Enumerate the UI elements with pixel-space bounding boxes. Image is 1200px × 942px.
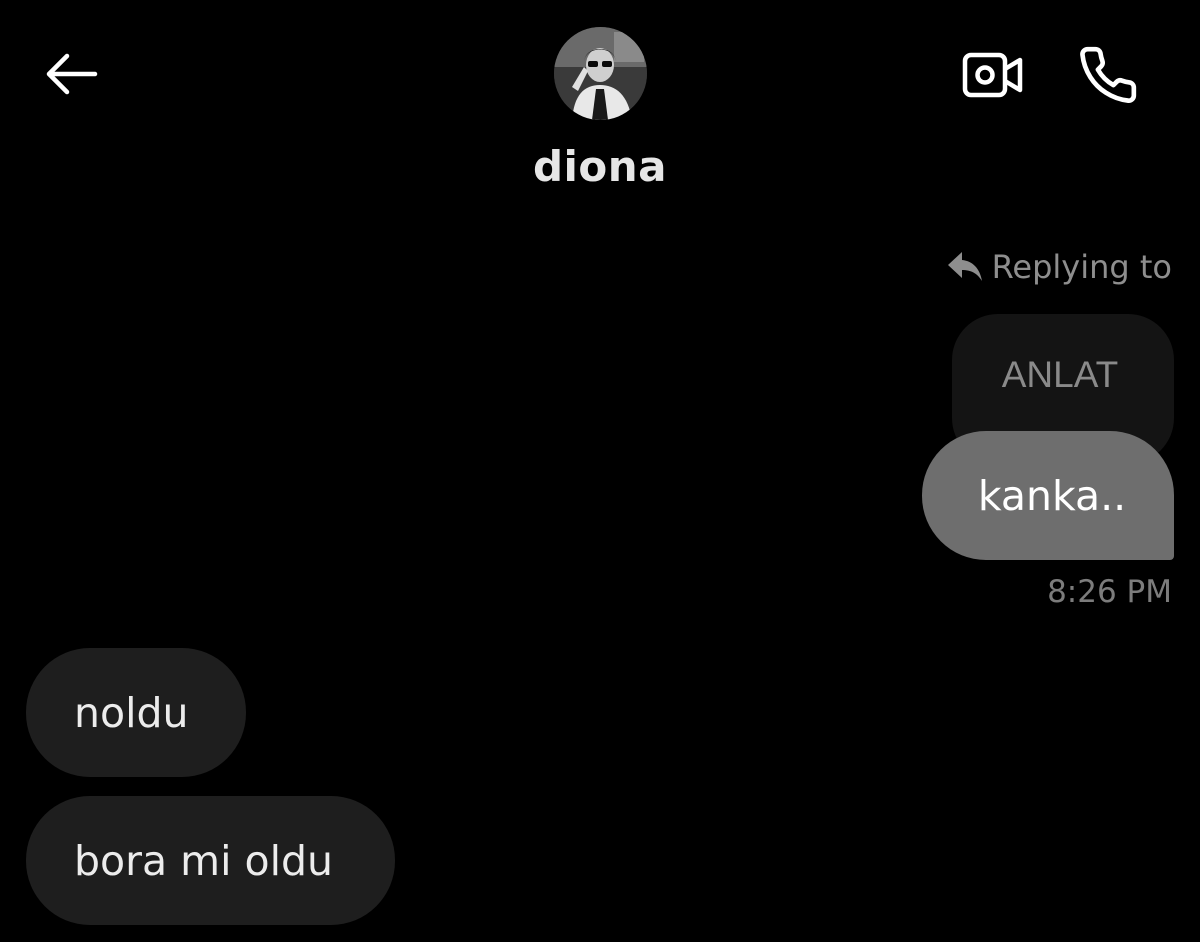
reply-arrow-icon [947, 252, 982, 281]
received-message-text: bora mi oldu [74, 836, 333, 885]
voice-call-button[interactable] [1072, 42, 1144, 108]
profile-photo [554, 27, 647, 120]
chat-screen: diona Replying to ANLAT kanka.. 8:26 PM … [0, 0, 1200, 942]
reply-label: Replying to [991, 248, 1172, 286]
video-call-button[interactable] [958, 46, 1028, 104]
quoted-message-text: ANLAT [1001, 354, 1119, 395]
arrow-left-icon [46, 53, 98, 95]
sent-message-bubble[interactable]: kanka.. [922, 431, 1174, 560]
avatar[interactable] [554, 27, 647, 120]
video-camera-icon [962, 52, 1023, 98]
reply-indicator: Replying to [946, 248, 1172, 286]
contact-name[interactable]: diona [0, 142, 1200, 191]
message-timestamp: 8:26 PM [1047, 574, 1172, 610]
back-button[interactable] [40, 48, 102, 100]
received-message-bubble[interactable]: bora mi oldu [26, 796, 395, 925]
phone-icon [1080, 46, 1137, 103]
received-message-text: noldu [74, 688, 189, 737]
sent-message-text: kanka.. [977, 471, 1127, 520]
received-message-bubble[interactable]: noldu [26, 648, 246, 777]
